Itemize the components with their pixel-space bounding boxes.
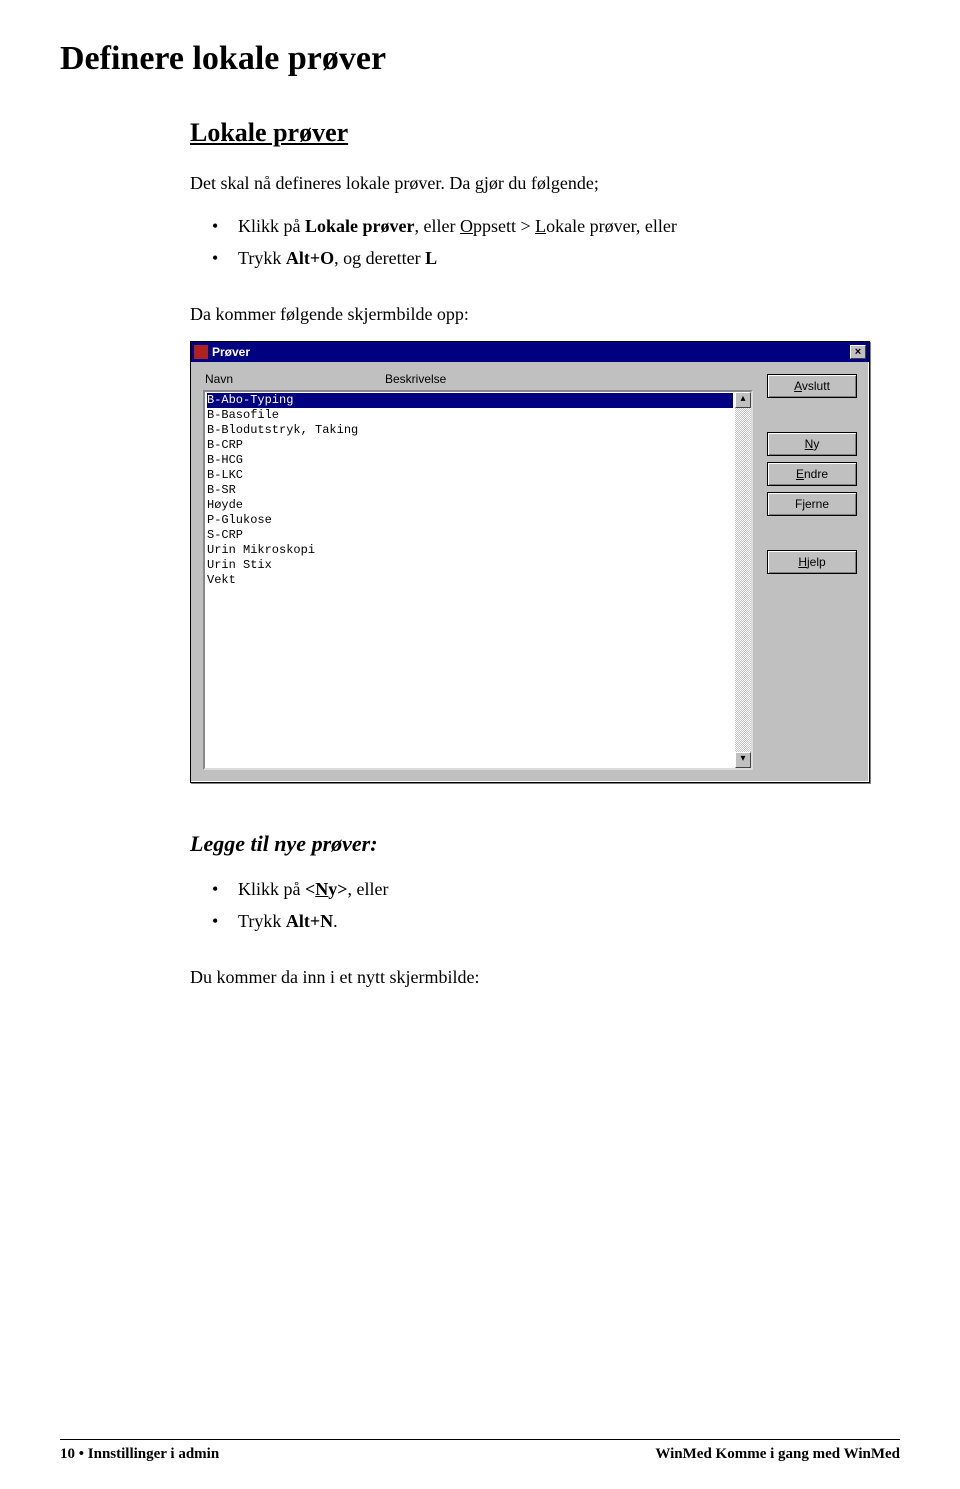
text: , eller: [415, 216, 460, 236]
footer-sep: •: [75, 1446, 88, 1462]
endre-button[interactable]: Endre: [767, 462, 857, 486]
btn-label-rest: erne: [805, 497, 829, 511]
sub-heading-legge-til: Legge til nye prøver:: [190, 831, 870, 857]
text: .: [333, 911, 338, 931]
hjelp-button[interactable]: Hjelp: [767, 550, 857, 574]
titlebar: Prøver ×: [191, 342, 869, 362]
text: Trykk: [238, 248, 286, 268]
dialog-prover: Prøver × Navn Beskrivelse B-Abo-Typing B…: [190, 341, 870, 783]
section-heading: Lokale prøver: [190, 118, 870, 148]
text: ppsett >: [473, 216, 535, 236]
btn-label-rest: y: [813, 437, 819, 451]
text: , og deretter: [334, 248, 425, 268]
footer-left: 10 • Innstillinger i admin: [60, 1446, 219, 1463]
page-number: 10: [60, 1446, 75, 1462]
text: Klikk på: [238, 879, 305, 899]
list-item: Klikk på Lokale prøver, eller Oppsett > …: [190, 210, 870, 242]
btn-label-rest: vslutt: [802, 379, 830, 393]
mnemonic: E: [796, 467, 804, 481]
intro-paragraph: Det skal nå defineres lokale prøver. Da …: [190, 170, 870, 196]
scroll-down-icon[interactable]: ▾: [735, 752, 751, 768]
app-icon: [194, 345, 208, 359]
listbox-content: B-Abo-Typing B-Basofile B-Blodutstryk, T…: [205, 392, 735, 768]
text-bold: <: [305, 879, 315, 899]
after-bullets-text: Da kommer følgende skjermbilde opp:: [190, 301, 870, 327]
table-row[interactable]: B-LKC: [207, 468, 733, 483]
avslutt-button[interactable]: Avslutt: [767, 374, 857, 398]
spacer: [767, 404, 857, 432]
scrollbar[interactable]: ▴ ▾: [735, 392, 751, 768]
instruction-list-1: Klikk på Lokale prøver, eller Oppsett > …: [190, 210, 870, 275]
table-row[interactable]: Urin Mikroskopi: [207, 543, 733, 558]
mnemonic: H: [798, 555, 807, 569]
closing-text: Du kommer da inn i et nytt skjermbilde:: [190, 964, 870, 990]
list-panel: Navn Beskrivelse B-Abo-Typing B-Basofile…: [203, 372, 753, 770]
dialog-body: Navn Beskrivelse B-Abo-Typing B-Basofile…: [191, 362, 869, 782]
table-row[interactable]: Høyde: [207, 498, 733, 513]
table-row[interactable]: S-CRP: [207, 528, 733, 543]
footer-right: WinMed Komme i gang med WinMed: [655, 1446, 900, 1463]
table-row[interactable]: Urin Stix: [207, 558, 733, 573]
text: okale prøver: [546, 216, 636, 236]
text-bold: Lokale prøver: [305, 216, 415, 236]
text-underline: O: [460, 216, 473, 236]
text-bold: Alt+O: [286, 248, 334, 268]
table-row[interactable]: Vekt: [207, 573, 733, 588]
text: Trykk: [238, 911, 286, 931]
text-underline: L: [535, 216, 546, 236]
dialog-button-column: Avslutt Ny Endre Fjerne Hjelp: [767, 372, 857, 770]
list-headers: Navn Beskrivelse: [203, 372, 753, 386]
table-row[interactable]: B-CRP: [207, 438, 733, 453]
table-row[interactable]: P-Glukose: [207, 513, 733, 528]
table-row[interactable]: B-Blodutstryk, Taking: [207, 423, 733, 438]
text-bold: Alt+N: [286, 911, 333, 931]
table-row[interactable]: B-Basofile: [207, 408, 733, 423]
scroll-up-icon[interactable]: ▴: [735, 392, 751, 408]
text: , eller: [348, 879, 389, 899]
dialog-title: Prøver: [212, 345, 850, 359]
text: Klikk på: [238, 216, 305, 236]
page-footer: 10 • Innstillinger i admin WinMed Komme …: [60, 1439, 900, 1463]
mnemonic: A: [794, 379, 802, 393]
footer-left-text: Innstillinger i admin: [88, 1446, 219, 1462]
btn-label-rest: ndre: [804, 467, 828, 481]
text-bold: L: [425, 248, 437, 268]
listbox[interactable]: B-Abo-Typing B-Basofile B-Blodutstryk, T…: [203, 390, 753, 770]
table-row[interactable]: B-Abo-Typing: [207, 393, 733, 408]
table-row[interactable]: B-SR: [207, 483, 733, 498]
column-header-navn: Navn: [205, 372, 385, 386]
spacer: [767, 522, 857, 550]
instruction-list-2: Klikk på <Ny>, eller Trykk Alt+N.: [190, 873, 870, 938]
list-item: Trykk Alt+N.: [190, 905, 870, 937]
column-header-beskrivelse: Beskrivelse: [385, 372, 751, 386]
fjerne-button[interactable]: Fjerne: [767, 492, 857, 516]
table-row[interactable]: B-HCG: [207, 453, 733, 468]
list-item: Klikk på <Ny>, eller: [190, 873, 870, 905]
scroll-track[interactable]: [735, 408, 751, 752]
list-item: Trykk Alt+O, og deretter L: [190, 242, 870, 274]
text: , eller: [636, 216, 677, 236]
text-bold: y>: [328, 879, 347, 899]
page-title: Definere lokale prøver: [60, 40, 900, 78]
text-bold-underline: N: [315, 879, 328, 899]
btn-label-rest: jelp: [807, 555, 826, 569]
ny-button[interactable]: Ny: [767, 432, 857, 456]
section-lokale-prover: Lokale prøver Det skal nå defineres loka…: [190, 118, 870, 990]
close-icon[interactable]: ×: [850, 345, 866, 359]
